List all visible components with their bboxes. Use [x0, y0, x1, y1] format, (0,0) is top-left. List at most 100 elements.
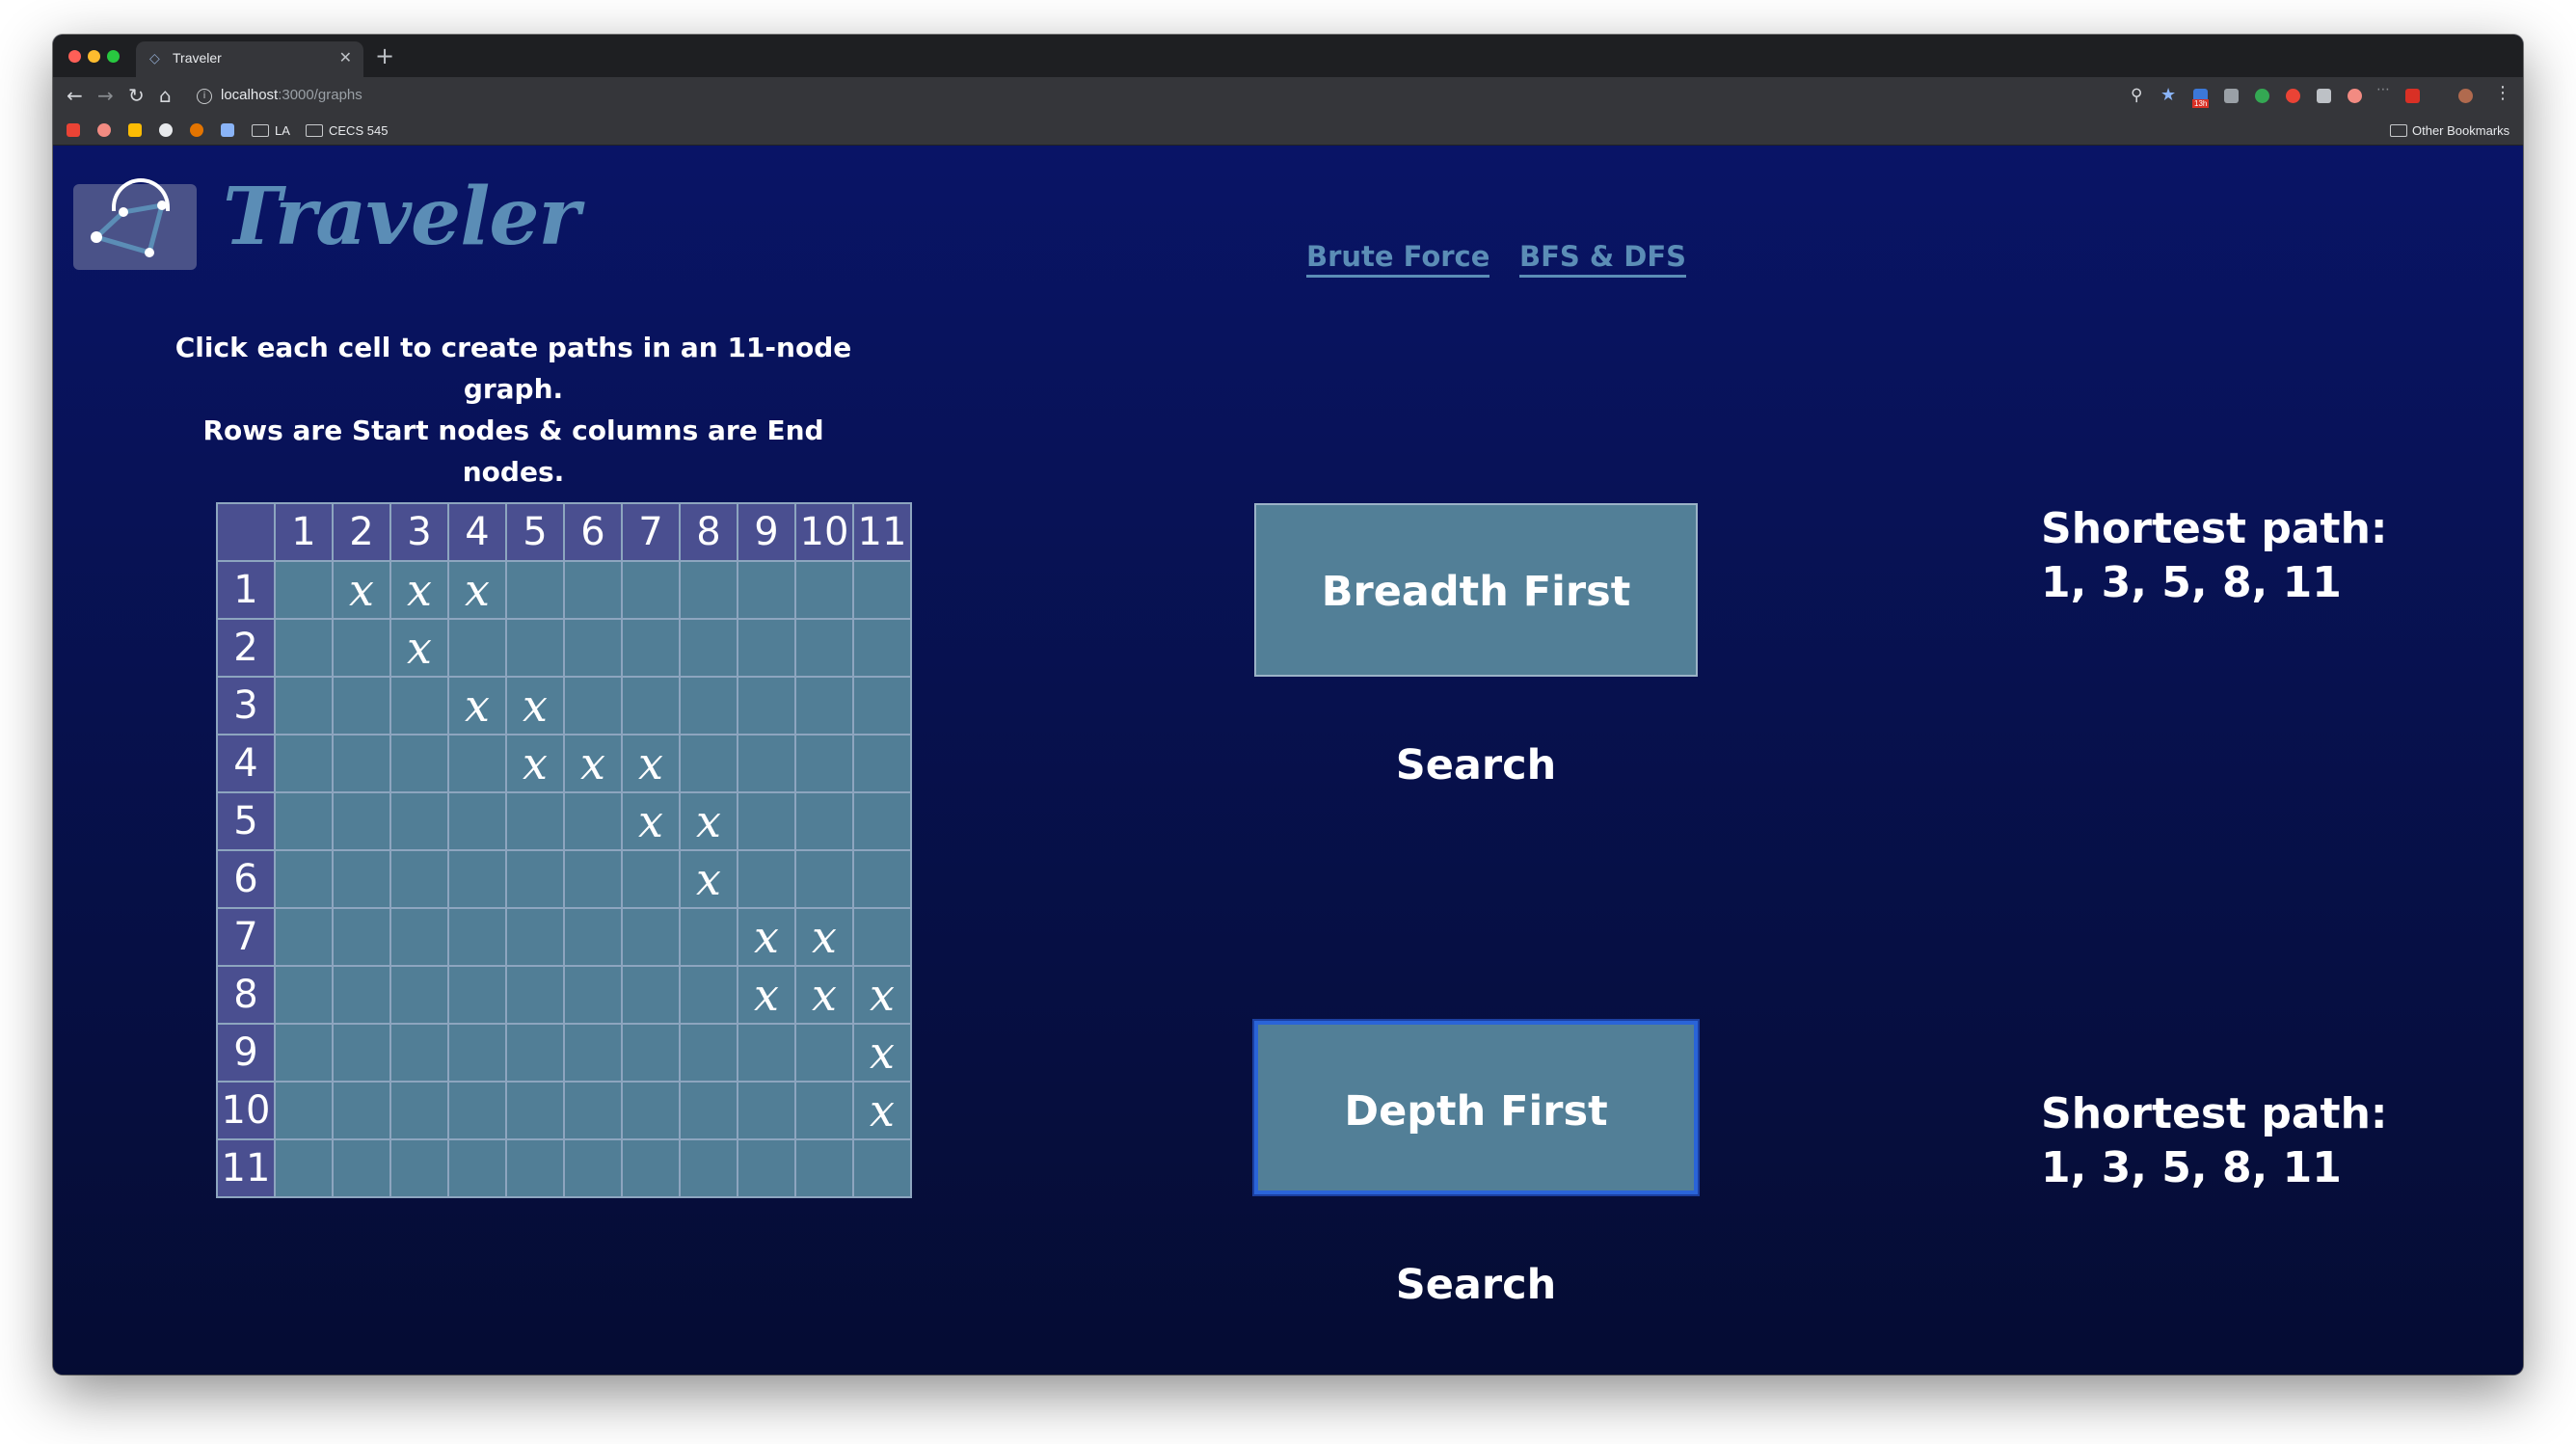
- matrix-cell[interactable]: [332, 734, 391, 793]
- matrix-cell[interactable]: [274, 560, 334, 620]
- matrix-cell[interactable]: [332, 965, 391, 1025]
- matrix-cell-marked[interactable]: x: [737, 907, 796, 967]
- matrix-cell[interactable]: [679, 1023, 738, 1083]
- matrix-cell[interactable]: [679, 1138, 738, 1198]
- matrix-cell-marked[interactable]: x: [737, 965, 796, 1025]
- matrix-cell[interactable]: [621, 1023, 681, 1083]
- matrix-cell[interactable]: [679, 734, 738, 793]
- extension-red-icon[interactable]: [2286, 89, 2300, 103]
- matrix-cell[interactable]: [274, 791, 334, 851]
- matrix-cell[interactable]: [621, 560, 681, 620]
- matrix-cell[interactable]: [621, 1081, 681, 1140]
- matrix-cell[interactable]: [679, 676, 738, 735]
- gmail-icon[interactable]: [67, 123, 80, 137]
- tab-close-icon[interactable]: ✕: [339, 48, 352, 67]
- matrix-cell[interactable]: [505, 560, 565, 620]
- matrix-cell[interactable]: [679, 1081, 738, 1140]
- matrix-cell[interactable]: [852, 618, 912, 678]
- matrix-cell[interactable]: [852, 1138, 912, 1198]
- matrix-cell[interactable]: [621, 618, 681, 678]
- matrix-cell[interactable]: [505, 1023, 565, 1083]
- matrix-cell-marked[interactable]: x: [447, 676, 507, 735]
- traveler-logo[interactable]: [73, 178, 197, 270]
- matrix-cell[interactable]: [563, 1081, 623, 1140]
- matrix-cell[interactable]: [679, 618, 738, 678]
- matrix-cell[interactable]: [737, 618, 796, 678]
- matrix-cell[interactable]: [505, 1138, 565, 1198]
- menu-kebab-icon[interactable]: ⋮: [2494, 83, 2511, 103]
- matrix-cell[interactable]: [274, 1023, 334, 1083]
- matrix-cell[interactable]: [737, 849, 796, 909]
- matrix-cell[interactable]: [274, 907, 334, 967]
- matrix-cell[interactable]: [505, 1081, 565, 1140]
- matrix-cell-marked[interactable]: x: [621, 734, 681, 793]
- matrix-cell[interactable]: [447, 1023, 507, 1083]
- matrix-cell[interactable]: [794, 791, 854, 851]
- matrix-cell[interactable]: [794, 1081, 854, 1140]
- matrix-cell[interactable]: [505, 907, 565, 967]
- forward-arrow-icon[interactable]: →: [97, 84, 114, 107]
- matrix-cell[interactable]: [563, 618, 623, 678]
- matrix-cell[interactable]: [852, 734, 912, 793]
- site-info-icon[interactable]: i: [197, 89, 212, 104]
- matrix-cell[interactable]: [505, 849, 565, 909]
- matrix-cell[interactable]: [852, 676, 912, 735]
- matrix-cell[interactable]: [332, 1138, 391, 1198]
- matrix-cell[interactable]: [621, 849, 681, 909]
- matrix-cell-marked[interactable]: x: [505, 734, 565, 793]
- minimize-window-button[interactable]: [88, 50, 100, 63]
- matrix-cell-marked[interactable]: x: [852, 1023, 912, 1083]
- matrix-cell[interactable]: [447, 1081, 507, 1140]
- extension-more-icon[interactable]: ⋯: [2376, 82, 2390, 97]
- matrix-cell[interactable]: [737, 1081, 796, 1140]
- matrix-cell[interactable]: [332, 849, 391, 909]
- extension-notes-icon[interactable]: [2224, 89, 2239, 103]
- profile-avatar[interactable]: [2458, 89, 2473, 103]
- matrix-cell[interactable]: [505, 965, 565, 1025]
- matrix-cell[interactable]: [737, 1138, 796, 1198]
- matrix-cell-marked[interactable]: x: [389, 560, 449, 620]
- matrix-cell[interactable]: [274, 965, 334, 1025]
- zoom-icon[interactable]: ⚲: [2131, 86, 2142, 105]
- matrix-cell[interactable]: [794, 560, 854, 620]
- bookmark-star-icon[interactable]: ★: [2160, 85, 2176, 105]
- reload-icon[interactable]: ↻: [128, 84, 145, 107]
- nav-bfs-dfs[interactable]: BFS & DFS: [1519, 240, 1687, 278]
- matrix-cell[interactable]: [389, 1081, 449, 1140]
- matrix-cell[interactable]: [621, 907, 681, 967]
- matrix-cell[interactable]: [794, 734, 854, 793]
- matrix-cell[interactable]: [794, 676, 854, 735]
- bookmark-la[interactable]: LA: [275, 123, 290, 138]
- matrix-cell[interactable]: [447, 907, 507, 967]
- matrix-cell-marked[interactable]: x: [852, 1081, 912, 1140]
- matrix-cell[interactable]: [389, 907, 449, 967]
- matrix-cell[interactable]: [621, 1138, 681, 1198]
- matrix-cell[interactable]: [563, 676, 623, 735]
- matrix-cell[interactable]: [505, 791, 565, 851]
- matrix-cell[interactable]: [737, 791, 796, 851]
- bookmark-cecs-545[interactable]: CECS 545: [329, 123, 388, 138]
- matrix-cell[interactable]: [447, 1138, 507, 1198]
- matrix-cell[interactable]: [447, 791, 507, 851]
- matrix-cell[interactable]: [737, 676, 796, 735]
- matrix-cell[interactable]: [389, 734, 449, 793]
- matrix-cell[interactable]: [679, 965, 738, 1025]
- home-icon[interactable]: ⌂: [159, 84, 172, 107]
- dfs-button[interactable]: Depth First Search: [1254, 1021, 1698, 1309]
- matrix-cell[interactable]: [563, 907, 623, 967]
- matrix-cell[interactable]: [794, 849, 854, 909]
- matrix-cell[interactable]: [389, 849, 449, 909]
- matrix-cell[interactable]: [332, 907, 391, 967]
- matrix-cell-marked[interactable]: x: [332, 560, 391, 620]
- matrix-cell[interactable]: [852, 849, 912, 909]
- matrix-cell[interactable]: [389, 791, 449, 851]
- matrix-cell[interactable]: [852, 907, 912, 967]
- matrix-cell[interactable]: [447, 618, 507, 678]
- maximize-window-button[interactable]: [107, 50, 120, 63]
- matrix-cell[interactable]: [563, 849, 623, 909]
- matrix-cell[interactable]: [274, 676, 334, 735]
- extension-feather-icon[interactable]: [2317, 89, 2331, 103]
- github-icon[interactable]: [159, 123, 173, 137]
- matrix-cell[interactable]: [447, 965, 507, 1025]
- address-bar[interactable]: localhost:3000/graphs: [221, 87, 362, 103]
